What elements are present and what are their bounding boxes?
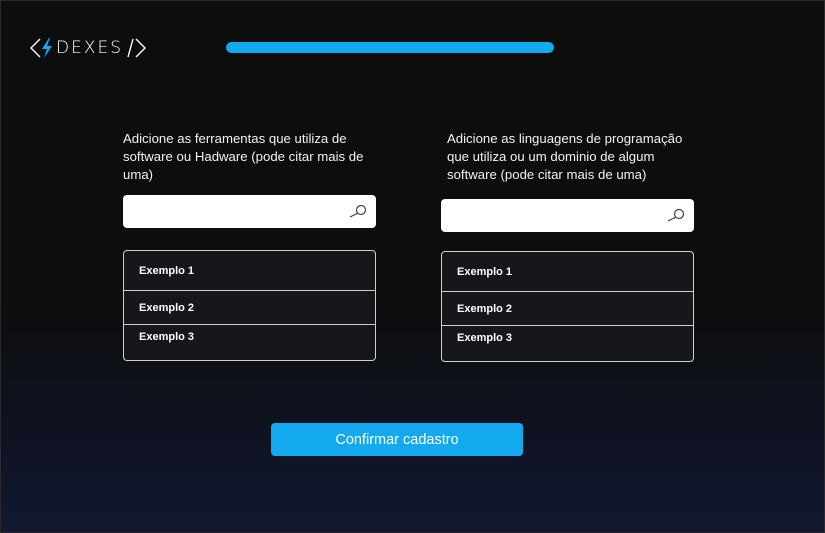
brand-name: DEXES — [56, 38, 124, 58]
list-item[interactable]: Exemplo 2 — [124, 291, 375, 325]
list-item[interactable]: Exemplo 3 — [124, 325, 375, 349]
tools-list: Exemplo 1 Exemplo 2 Exemplo 3 — [123, 250, 376, 361]
search-icon[interactable] — [348, 204, 368, 218]
tools-search-box — [123, 195, 376, 228]
progress-fill — [226, 42, 554, 53]
languages-prompt: Adicione as linguagens de programação qu… — [447, 131, 683, 182]
list-item[interactable]: Exemplo 1 — [124, 251, 375, 291]
languages-section: Adicione as linguagens de programação qu… — [441, 130, 695, 362]
tools-prompt: Adicione as ferramentas que utiliza de s… — [123, 131, 364, 182]
list-item[interactable]: Exemplo 1 — [442, 252, 693, 292]
confirm-registration-button[interactable]: Confirmar cadastro — [271, 423, 523, 456]
brand-logo: DEXES — [29, 36, 147, 60]
slash-angle-icon — [127, 38, 147, 58]
languages-search-input[interactable] — [441, 199, 651, 232]
search-icon[interactable] — [666, 208, 686, 222]
lightning-icon — [42, 38, 52, 58]
tools-section: Adicione as ferramentas que utiliza de s… — [123, 130, 377, 361]
left-angle-icon — [30, 38, 41, 58]
list-item[interactable]: Exemplo 2 — [442, 292, 693, 326]
languages-search-box — [441, 199, 694, 232]
list-item[interactable]: Exemplo 3 — [442, 326, 693, 350]
tools-search-input[interactable] — [123, 195, 333, 228]
languages-list: Exemplo 1 Exemplo 2 Exemplo 3 — [441, 251, 694, 362]
progress-bar — [226, 42, 554, 53]
